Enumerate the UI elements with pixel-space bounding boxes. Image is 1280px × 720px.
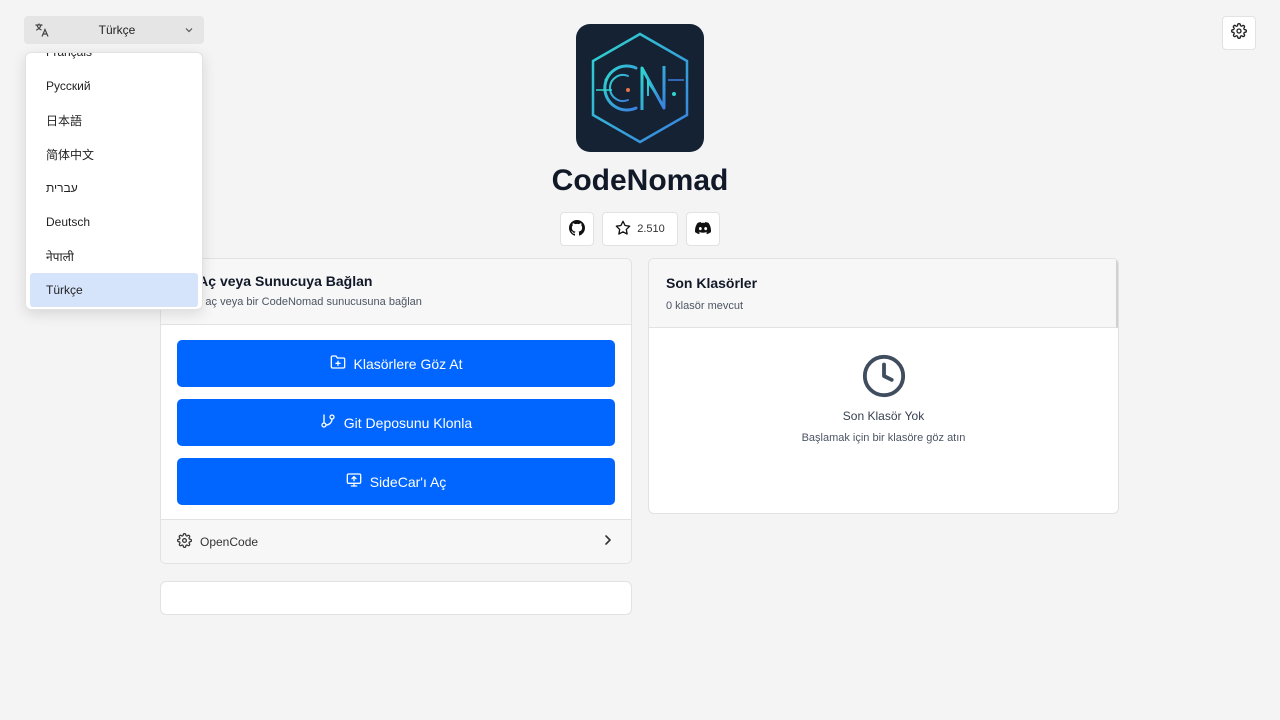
open-sidecar-button[interactable]: SideCar'ı Aç (177, 458, 615, 505)
github-icon (569, 219, 585, 239)
recent-folders-empty-subtitle: Başlamak için bir klasöre göz atın (801, 432, 966, 444)
open-sidecar-label: SideCar'ı Aç (369, 473, 447, 490)
recent-folders-header: Son Klasörler 0 klasör mevcut (649, 259, 1118, 328)
discord-icon (695, 220, 712, 239)
clone-git-repo-label: Git Deposunu Klonla (343, 414, 473, 431)
language-option-french[interactable]: Français (30, 53, 198, 69)
recent-folders-empty-title: Son Klasör Yok (842, 409, 925, 423)
star-count: 2.510 (637, 223, 665, 235)
opencode-settings-row[interactable]: OpenCode (161, 519, 631, 563)
language-dropdown: Français Русский 日本語 简体中文 עברית Deutsch … (25, 52, 203, 310)
gear-icon (177, 532, 192, 551)
recent-folders-title: Son Klasörler (666, 275, 758, 291)
language-select-value: Türkçe (98, 23, 136, 37)
git-branch-icon (320, 413, 336, 432)
folder-plus-icon (330, 354, 346, 373)
browse-folders-button[interactable]: Klasörlere Göz At (177, 340, 615, 387)
browse-folders-label: Klasörlere Göz At (353, 355, 463, 372)
chevron-right-icon (601, 533, 615, 550)
clone-git-repo-button[interactable]: Git Deposunu Klonla (177, 399, 615, 446)
chevron-down-icon (184, 25, 194, 35)
star-icon (615, 220, 631, 239)
recent-folders-count: 0 klasör mevcut (666, 300, 744, 312)
language-option-german[interactable]: Deutsch (30, 205, 198, 239)
opencode-label: OpenCode (200, 534, 259, 549)
language-option-turkish[interactable]: Türkçe (30, 273, 198, 307)
open-folder-panel: sör Aç veya Sunucuya Bağlan klasör aç ve… (160, 258, 632, 564)
discord-button[interactable] (686, 212, 720, 246)
recent-folders-empty-state: Son Klasör Yok Başlamak için bir klasöre… (649, 353, 1118, 444)
monitor-upload-icon (346, 472, 362, 491)
language-select[interactable]: Türkçe (24, 16, 204, 44)
translate-icon (34, 22, 50, 38)
app-logo (576, 24, 704, 152)
language-option-japanese[interactable]: 日本語 (30, 103, 198, 137)
settings-button[interactable] (1222, 16, 1256, 50)
gear-icon (1231, 22, 1247, 44)
language-option-russian[interactable]: Русский (30, 69, 198, 103)
language-option-chinese[interactable]: 简体中文 (30, 137, 198, 171)
open-folder-panel-header: sör Aç veya Sunucuya Bağlan klasör aç ve… (161, 259, 631, 325)
language-option-nepali[interactable]: नेपाली (30, 239, 198, 273)
secondary-panel (160, 581, 632, 615)
clock-icon (861, 353, 907, 399)
social-links: 2.510 (560, 212, 720, 246)
open-folder-panel-subtitle: klasör aç veya bir CodeNomad sunucusuna … (173, 296, 422, 308)
github-button[interactable] (560, 212, 594, 246)
language-option-hebrew[interactable]: עברית (30, 171, 198, 205)
recent-folders-panel: Son Klasörler 0 klasör mevcut Son Klasör… (648, 258, 1119, 514)
github-stars-button[interactable]: 2.510 (602, 212, 678, 246)
